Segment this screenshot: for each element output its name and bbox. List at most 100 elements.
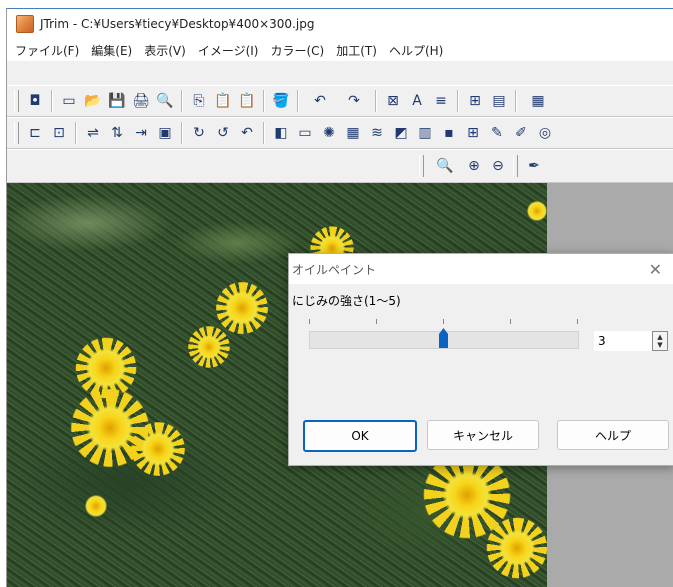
- help-button[interactable]: ヘルプ: [557, 420, 669, 450]
- zoom-out-icon[interactable]: ⊖: [487, 155, 509, 177]
- flip-horizontal-icon[interactable]: ⇌: [82, 122, 104, 144]
- toolbar-separator: [263, 90, 265, 112]
- menu-help[interactable]: ヘルプ(H): [389, 42, 443, 59]
- align-icon[interactable]: ≡: [430, 90, 452, 112]
- rotate-180-icon[interactable]: ↶: [236, 122, 258, 144]
- menu-process[interactable]: 加工(T): [336, 42, 377, 59]
- spin-buttons[interactable]: ▲ ▼: [652, 331, 668, 351]
- slider-ticks: [309, 319, 579, 325]
- crop-icon[interactable]: ⊏: [24, 122, 46, 144]
- dialog-title: オイルペイント: [292, 262, 377, 277]
- grid-icon[interactable]: ⊞: [464, 90, 486, 112]
- ok-button[interactable]: OK: [303, 420, 417, 452]
- slider-tick: [309, 319, 310, 324]
- spin-down-icon[interactable]: ▼: [657, 341, 662, 349]
- toolbar-separator: [181, 122, 183, 144]
- menu-view[interactable]: 表示(V): [144, 42, 186, 59]
- print-icon[interactable]: 🖨: [130, 90, 152, 112]
- mosaic-icon[interactable]: ▦: [342, 122, 364, 144]
- toolbar-grip[interactable]: [513, 155, 518, 177]
- resize-icon[interactable]: ⊡: [48, 122, 70, 144]
- close-icon[interactable]: ✕: [649, 260, 662, 279]
- menu-bar: ファイル(F) 編集(E) 表示(V) イメージ(I) カラー(C) 加工(T)…: [7, 39, 673, 61]
- zoom-menu-icon[interactable]: 🔍: [429, 155, 461, 177]
- new-file-icon[interactable]: ▭: [58, 90, 80, 112]
- spin-up-icon[interactable]: ▲: [657, 333, 662, 341]
- flower: [85, 495, 107, 517]
- toolbar-separator: [263, 122, 265, 144]
- toolbar-separator: [515, 90, 517, 112]
- toolbar-separator: [297, 90, 299, 112]
- paste-icon[interactable]: 📋: [212, 90, 234, 112]
- new-window-icon[interactable]: ◘: [24, 90, 46, 112]
- slider-tick: [443, 319, 444, 324]
- fill-icon[interactable]: 🪣: [270, 90, 292, 112]
- blur-strength-input[interactable]: [594, 331, 650, 351]
- print-preview-icon[interactable]: 🔍: [154, 90, 176, 112]
- cancel-button[interactable]: キャンセル: [427, 420, 539, 450]
- pen-icon[interactable]: ✎: [486, 122, 508, 144]
- copy-icon[interactable]: ⎘: [188, 90, 210, 112]
- slider-tick: [510, 319, 511, 324]
- toolbar-separator: [181, 90, 183, 112]
- dialog-title-bar[interactable]: オイルペイント ✕: [289, 254, 673, 284]
- undo-icon[interactable]: ↶: [304, 90, 336, 112]
- flower: [197, 335, 221, 359]
- process-toolbar: ⊏ ⊡ ⇌ ⇅ ⇥ ▣ ↻ ↺ ↶ ◧ ▭ ✺ ▦ ≋ ◩ ▥ ▪ ⊞ ✎ ✐ …: [7, 117, 673, 149]
- vignette-icon[interactable]: ▪: [438, 122, 460, 144]
- border-icon[interactable]: ▭: [294, 122, 316, 144]
- wave-icon[interactable]: ≋: [366, 122, 388, 144]
- jtrim-app-icon[interactable]: [16, 15, 34, 33]
- slider-tick: [376, 319, 377, 324]
- toolbar-separator: [375, 90, 377, 112]
- tile-icon[interactable]: ⊞: [462, 122, 484, 144]
- rotate-right-icon[interactable]: ↻: [188, 122, 210, 144]
- emboss-icon[interactable]: ◩: [390, 122, 412, 144]
- blur-strength-label: にじみの強さ(1〜5): [292, 294, 401, 308]
- flower: [499, 530, 535, 566]
- add-margin-icon[interactable]: ⇥: [130, 122, 152, 144]
- blur-strength-slider[interactable]: [309, 316, 579, 356]
- toolbar-grip[interactable]: [14, 90, 19, 112]
- flower: [141, 432, 175, 466]
- flower: [443, 471, 491, 519]
- zoom-toolbar: 🔍 ⊕ ⊖ ✒: [7, 149, 673, 183]
- redo-icon[interactable]: ↷: [338, 90, 370, 112]
- shadow-icon[interactable]: ◧: [270, 122, 292, 144]
- rotate-left-icon[interactable]: ↺: [212, 122, 234, 144]
- flower: [86, 348, 126, 388]
- open-folder-icon[interactable]: 📂: [82, 90, 104, 112]
- toolbar-separator: [75, 122, 77, 144]
- burst-icon[interactable]: ✺: [318, 122, 340, 144]
- eyedropper-icon[interactable]: ✒: [523, 155, 545, 177]
- texture-icon[interactable]: ▥: [414, 122, 436, 144]
- menu-edit[interactable]: 編集(E): [91, 42, 132, 59]
- flip-vertical-icon[interactable]: ⇅: [106, 122, 128, 144]
- flower: [225, 291, 259, 325]
- slider-tick: [577, 319, 578, 324]
- save-icon[interactable]: 💾: [106, 90, 128, 112]
- main-toolbar: ◘ ▭ 📂 💾 🖨 🔍 ⎘ 📋 📋 🪣 ↶ ↷ ⊠ A ≡ ⊞ ▤ ▦: [7, 85, 673, 117]
- flower: [87, 405, 133, 451]
- filmstrip-icon[interactable]: ▤: [488, 90, 510, 112]
- frame-icon[interactable]: ▣: [154, 122, 176, 144]
- toolbar-grip[interactable]: [14, 122, 19, 144]
- blur-strength-spinner[interactable]: ▲ ▼: [594, 331, 668, 351]
- edit-icon[interactable]: ✐: [510, 122, 532, 144]
- menu-image[interactable]: イメージ(I): [198, 42, 259, 59]
- fit-window-icon[interactable]: ⊠: [382, 90, 404, 112]
- toolbar-grip[interactable]: [419, 155, 424, 177]
- title-bar[interactable]: JTrim - C:¥Users¥tiecy¥Desktop¥400×300.j…: [7, 9, 673, 39]
- oil-paint-dialog: オイルペイント ✕ にじみの強さ(1〜5) ▲ ▼ OK キャンセル ヘルプ: [288, 253, 673, 466]
- circle-icon[interactable]: ◎: [534, 122, 556, 144]
- menu-file[interactable]: ファイル(F): [15, 42, 79, 59]
- toolbar-separator: [51, 90, 53, 112]
- paste-new-icon[interactable]: 📋: [236, 90, 258, 112]
- text-icon[interactable]: A: [406, 90, 428, 112]
- toolbar-separator: [457, 90, 459, 112]
- flower: [527, 201, 547, 221]
- palette-icon[interactable]: ▦: [522, 90, 554, 112]
- window-title: JTrim - C:¥Users¥tiecy¥Desktop¥400×300.j…: [40, 17, 315, 31]
- zoom-in-icon[interactable]: ⊕: [463, 155, 485, 177]
- menu-color[interactable]: カラー(C): [270, 42, 324, 59]
